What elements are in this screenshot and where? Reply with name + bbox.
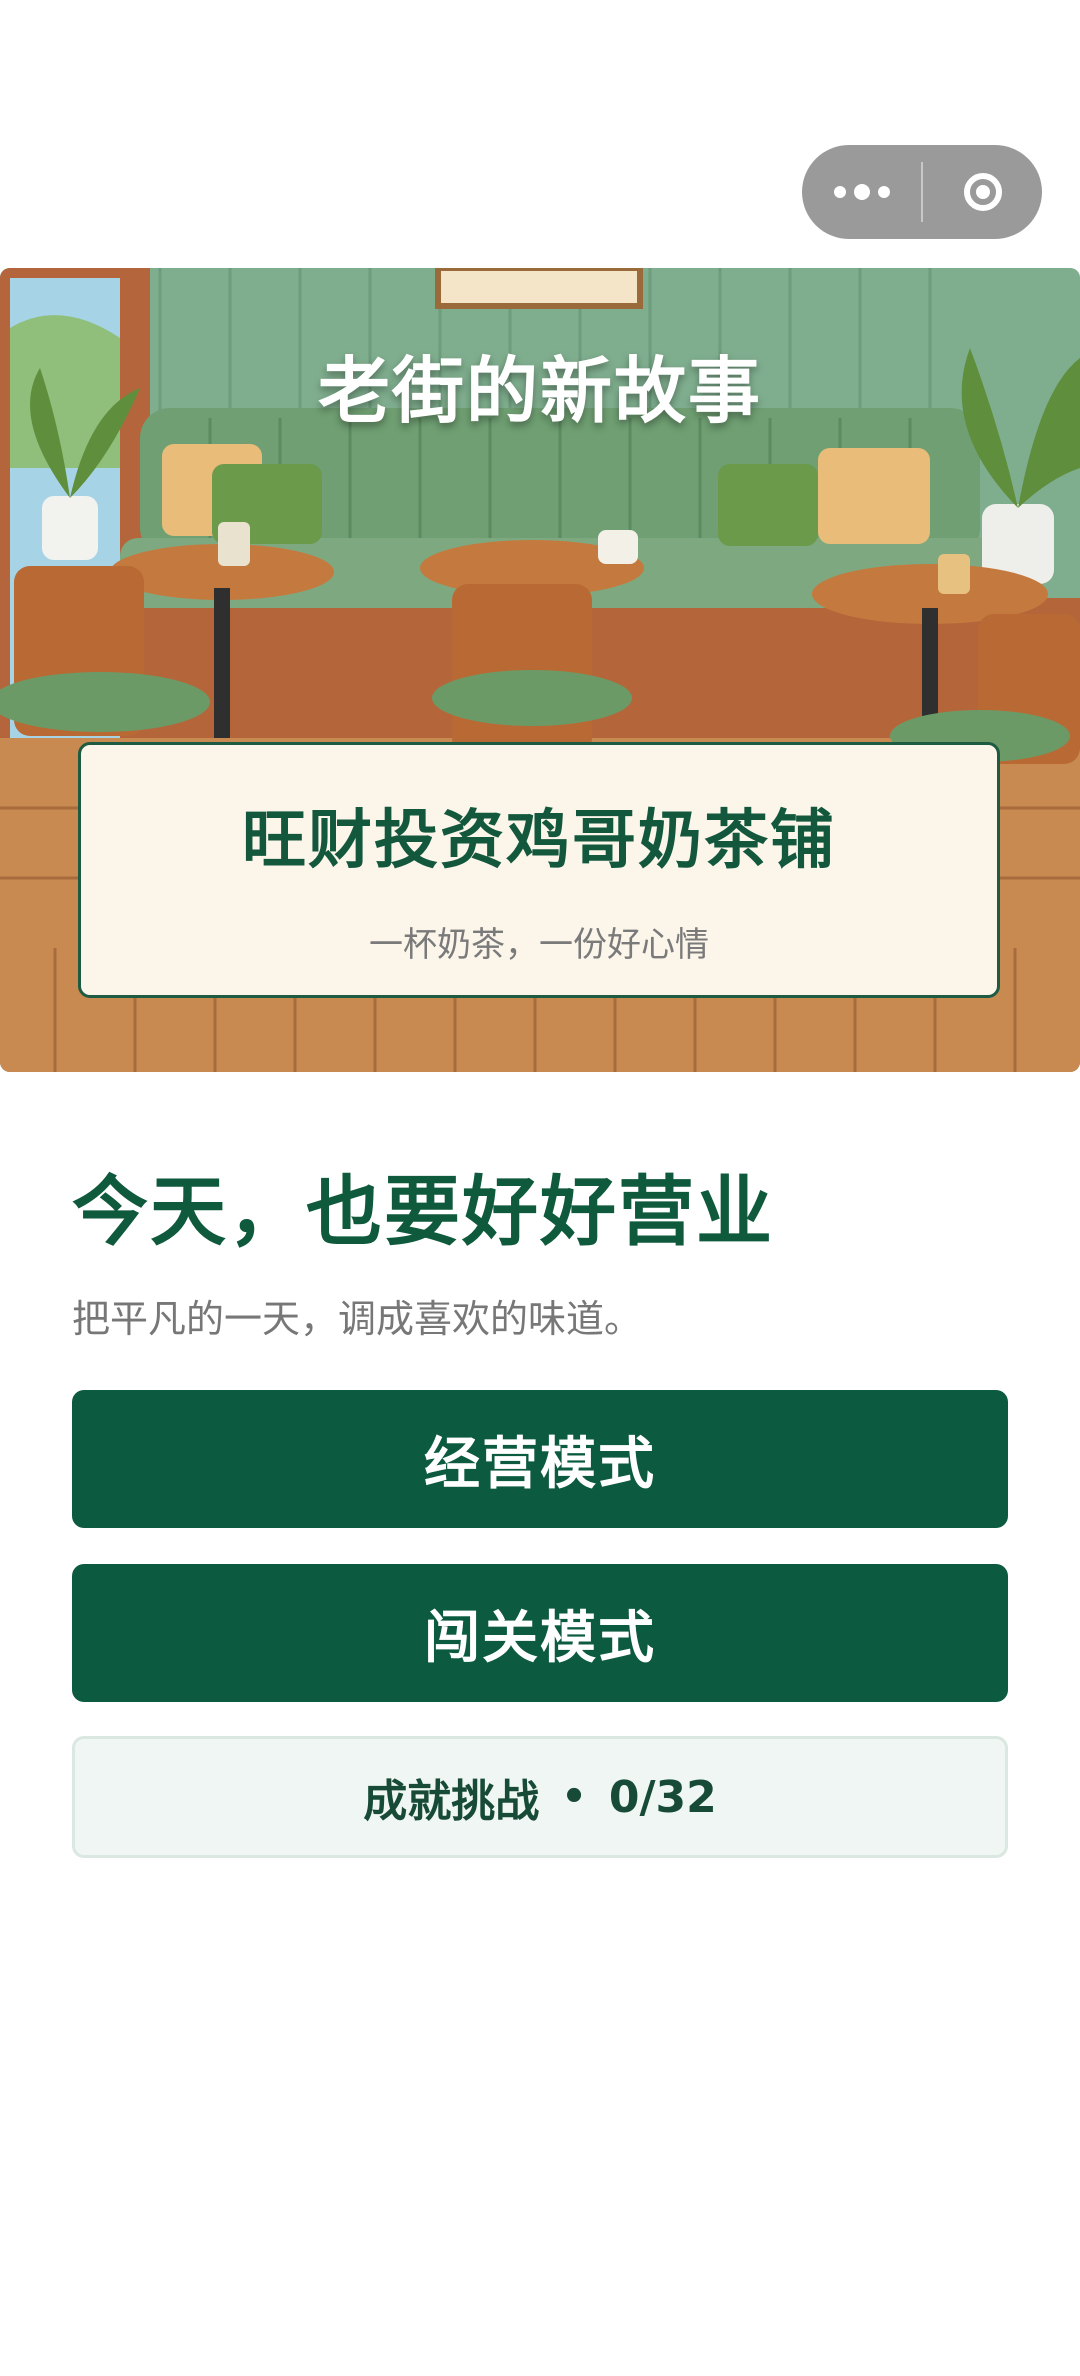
target-circle-icon [963,173,1002,211]
business-mode-button[interactable]: 经营模式 [72,1390,1008,1528]
close-button[interactable] [923,145,1042,239]
more-dots-icon [833,184,890,200]
page-headline: 今天，也要好好营业 [72,1167,774,1256]
hero-banner: 老街的新故事 旺财投资鸡哥奶茶铺 一杯奶茶，一份好心情 [0,268,1080,1072]
page-subline: 把平凡的一天，调成喜欢的味道。 [72,1297,643,1341]
hero-title: 老街的新故事 [317,349,762,433]
shop-name-card: 旺财投资鸡哥奶茶铺 一杯奶茶，一份好心情 [78,742,1000,998]
achievement-label: 成就挑战 [363,1776,540,1827]
shop-name: 旺财投资鸡哥奶茶铺 [242,804,836,878]
shop-slogan: 一杯奶茶，一份好心情 [369,925,709,965]
achievement-progress: 0/32 [608,1771,717,1823]
more-button[interactable] [802,145,921,239]
level-mode-button[interactable]: 闯关模式 [72,1564,1008,1702]
achievement-separator: • [561,1774,587,1820]
achievement-challenge-button[interactable]: 成就挑战 • 0/32 [72,1736,1008,1858]
miniprogram-capsule [802,145,1042,239]
